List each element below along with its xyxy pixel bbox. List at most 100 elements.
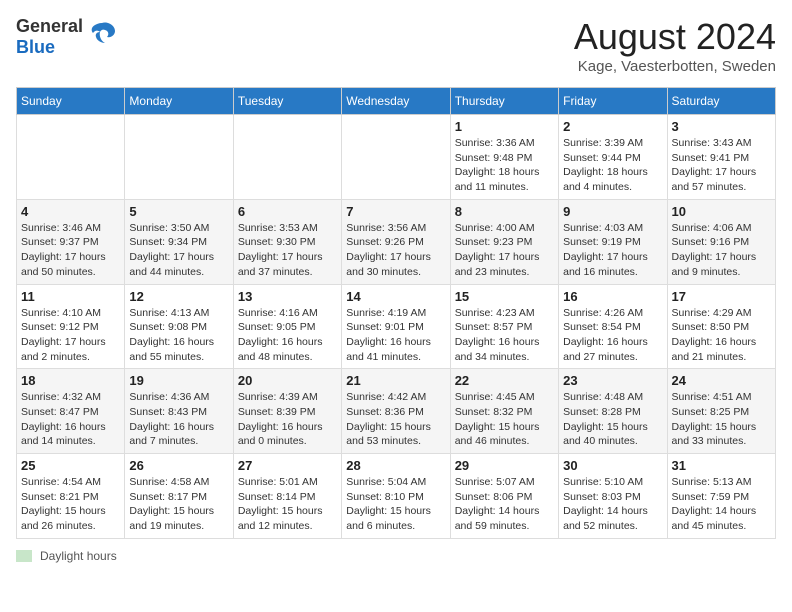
calendar-day-cell: 4 Sunrise: 3:46 AM Sunset: 9:37 PM Daylig… [17,199,125,284]
calendar-day-cell: 21 Sunrise: 4:42 AM Sunset: 8:36 PM Dayli… [342,369,450,454]
logo-blue: Blue [16,37,55,57]
logo-bird-icon [87,21,117,53]
day-info: Sunrise: 4:51 AM Sunset: 8:25 PM Dayligh… [672,390,771,449]
day-info: Sunrise: 4:19 AM Sunset: 9:01 PM Dayligh… [346,306,445,365]
calendar-day-cell: 16Sunrise: 4:26 AM Sunset: 8:54 PM Dayli… [559,284,667,369]
calendar-week-row: 11 Sunrise: 4:10 AM Sunset: 9:12 PM Dayli… [17,284,776,369]
calendar-day-cell: 31 Sunrise: 5:13 AM Sunset: 7:59 PM Dayli… [667,454,775,539]
page-title: August 2024 [574,16,776,58]
day-info: Sunrise: 3:36 AM Sunset: 9:48 PM Dayligh… [455,136,554,195]
day-number: 30 [563,458,662,473]
calendar-header-friday: Friday [559,88,667,115]
day-number: 8 [455,204,554,219]
calendar-day-cell: 7 Sunrise: 3:56 AM Sunset: 9:26 PM Daylig… [342,199,450,284]
day-number: 31 [672,458,771,473]
daylight-legend-color [16,550,32,562]
header: General Blue August 2024 Kage, Vaesterbo… [16,16,776,75]
day-info: Sunrise: 4:10 AM Sunset: 9:12 PM Dayligh… [21,306,120,365]
day-info: Sunrise: 4:45 AM Sunset: 8:32 PM Dayligh… [455,390,554,449]
day-info: Sunrise: 4:42 AM Sunset: 8:36 PM Dayligh… [346,390,445,449]
day-info: Sunrise: 4:29 AM Sunset: 8:50 PM Dayligh… [672,306,771,365]
calendar-day-cell: 9Sunrise: 4:03 AM Sunset: 9:19 PM Daylig… [559,199,667,284]
day-info: Sunrise: 4:06 AM Sunset: 9:16 PM Dayligh… [672,221,771,280]
day-info: Sunrise: 3:46 AM Sunset: 9:37 PM Dayligh… [21,221,120,280]
day-number: 27 [238,458,337,473]
calendar-day-cell: 15 Sunrise: 4:23 AM Sunset: 8:57 PM Dayli… [450,284,558,369]
calendar-day-cell: 12 Sunrise: 4:13 AM Sunset: 9:08 PM Dayli… [125,284,233,369]
day-number: 7 [346,204,445,219]
day-info: Sunrise: 4:23 AM Sunset: 8:57 PM Dayligh… [455,306,554,365]
day-number: 10 [672,204,771,219]
day-number: 6 [238,204,337,219]
calendar-day-cell: 24 Sunrise: 4:51 AM Sunset: 8:25 PM Dayli… [667,369,775,454]
day-number: 23 [563,373,662,388]
day-number: 29 [455,458,554,473]
calendar-day-cell: 22 Sunrise: 4:45 AM Sunset: 8:32 PM Dayli… [450,369,558,454]
day-info: Sunrise: 4:32 AM Sunset: 8:47 PM Dayligh… [21,390,120,449]
calendar-day-cell: 27 Sunrise: 5:01 AM Sunset: 8:14 PM Dayli… [233,454,341,539]
calendar-day-cell: 13Sunrise: 4:16 AM Sunset: 9:05 PM Dayli… [233,284,341,369]
day-number: 5 [129,204,228,219]
day-number: 16 [563,289,662,304]
day-info: Sunrise: 4:16 AM Sunset: 9:05 PM Dayligh… [238,306,337,365]
calendar-header-wednesday: Wednesday [342,88,450,115]
day-number: 28 [346,458,445,473]
day-info: Sunrise: 5:07 AM Sunset: 8:06 PM Dayligh… [455,475,554,534]
day-number: 17 [672,289,771,304]
calendar-day-cell: 29 Sunrise: 5:07 AM Sunset: 8:06 PM Dayli… [450,454,558,539]
day-info: Sunrise: 5:04 AM Sunset: 8:10 PM Dayligh… [346,475,445,534]
calendar-header-row: SundayMondayTuesdayWednesdayThursdayFrid… [17,88,776,115]
calendar-day-cell [125,115,233,200]
day-info: Sunrise: 4:00 AM Sunset: 9:23 PM Dayligh… [455,221,554,280]
day-info: Sunrise: 3:39 AM Sunset: 9:44 PM Dayligh… [563,136,662,195]
calendar-header-thursday: Thursday [450,88,558,115]
day-info: Sunrise: 4:58 AM Sunset: 8:17 PM Dayligh… [129,475,228,534]
day-number: 9 [563,204,662,219]
day-number: 21 [346,373,445,388]
day-number: 26 [129,458,228,473]
day-number: 24 [672,373,771,388]
day-number: 4 [21,204,120,219]
calendar-header-monday: Monday [125,88,233,115]
calendar-day-cell: 14 Sunrise: 4:19 AM Sunset: 9:01 PM Dayli… [342,284,450,369]
day-info: Sunrise: 4:36 AM Sunset: 8:43 PM Dayligh… [129,390,228,449]
calendar-day-cell: 11 Sunrise: 4:10 AM Sunset: 9:12 PM Dayli… [17,284,125,369]
day-number: 15 [455,289,554,304]
day-info: Sunrise: 4:13 AM Sunset: 9:08 PM Dayligh… [129,306,228,365]
day-number: 14 [346,289,445,304]
day-info: Sunrise: 5:10 AM Sunset: 8:03 PM Dayligh… [563,475,662,534]
day-info: Sunrise: 3:43 AM Sunset: 9:41 PM Dayligh… [672,136,771,195]
day-info: Sunrise: 3:53 AM Sunset: 9:30 PM Dayligh… [238,221,337,280]
day-number: 20 [238,373,337,388]
calendar-day-cell: 28 Sunrise: 5:04 AM Sunset: 8:10 PM Dayli… [342,454,450,539]
day-info: Sunrise: 5:13 AM Sunset: 7:59 PM Dayligh… [672,475,771,534]
calendar-day-cell: 2Sunrise: 3:39 AM Sunset: 9:44 PM Daylig… [559,115,667,200]
day-number: 18 [21,373,120,388]
day-number: 25 [21,458,120,473]
calendar-day-cell: 25 Sunrise: 4:54 AM Sunset: 8:21 PM Dayli… [17,454,125,539]
calendar-day-cell [233,115,341,200]
day-number: 22 [455,373,554,388]
day-number: 11 [21,289,120,304]
calendar-week-row: 4 Sunrise: 3:46 AM Sunset: 9:37 PM Daylig… [17,199,776,284]
footer-note: Daylight hours [16,549,776,563]
logo-general: General [16,16,83,36]
day-info: Sunrise: 4:54 AM Sunset: 8:21 PM Dayligh… [21,475,120,534]
calendar-day-cell: 8 Sunrise: 4:00 AM Sunset: 9:23 PM Daylig… [450,199,558,284]
calendar-day-cell: 20Sunrise: 4:39 AM Sunset: 8:39 PM Dayli… [233,369,341,454]
calendar-week-row: 1 Sunrise: 3:36 AM Sunset: 9:48 PM Daylig… [17,115,776,200]
calendar-header-sunday: Sunday [17,88,125,115]
calendar-day-cell: 5 Sunrise: 3:50 AM Sunset: 9:34 PM Daylig… [125,199,233,284]
calendar-day-cell [17,115,125,200]
day-info: Sunrise: 3:56 AM Sunset: 9:26 PM Dayligh… [346,221,445,280]
logo: General Blue [16,16,117,58]
calendar-day-cell: 10 Sunrise: 4:06 AM Sunset: 9:16 PM Dayli… [667,199,775,284]
calendar-day-cell: 26 Sunrise: 4:58 AM Sunset: 8:17 PM Dayli… [125,454,233,539]
day-info: Sunrise: 3:50 AM Sunset: 9:34 PM Dayligh… [129,221,228,280]
calendar-day-cell [342,115,450,200]
day-number: 1 [455,119,554,134]
day-number: 12 [129,289,228,304]
title-area: August 2024 Kage, Vaesterbotten, Sweden [574,16,776,75]
day-info: Sunrise: 5:01 AM Sunset: 8:14 PM Dayligh… [238,475,337,534]
day-number: 19 [129,373,228,388]
